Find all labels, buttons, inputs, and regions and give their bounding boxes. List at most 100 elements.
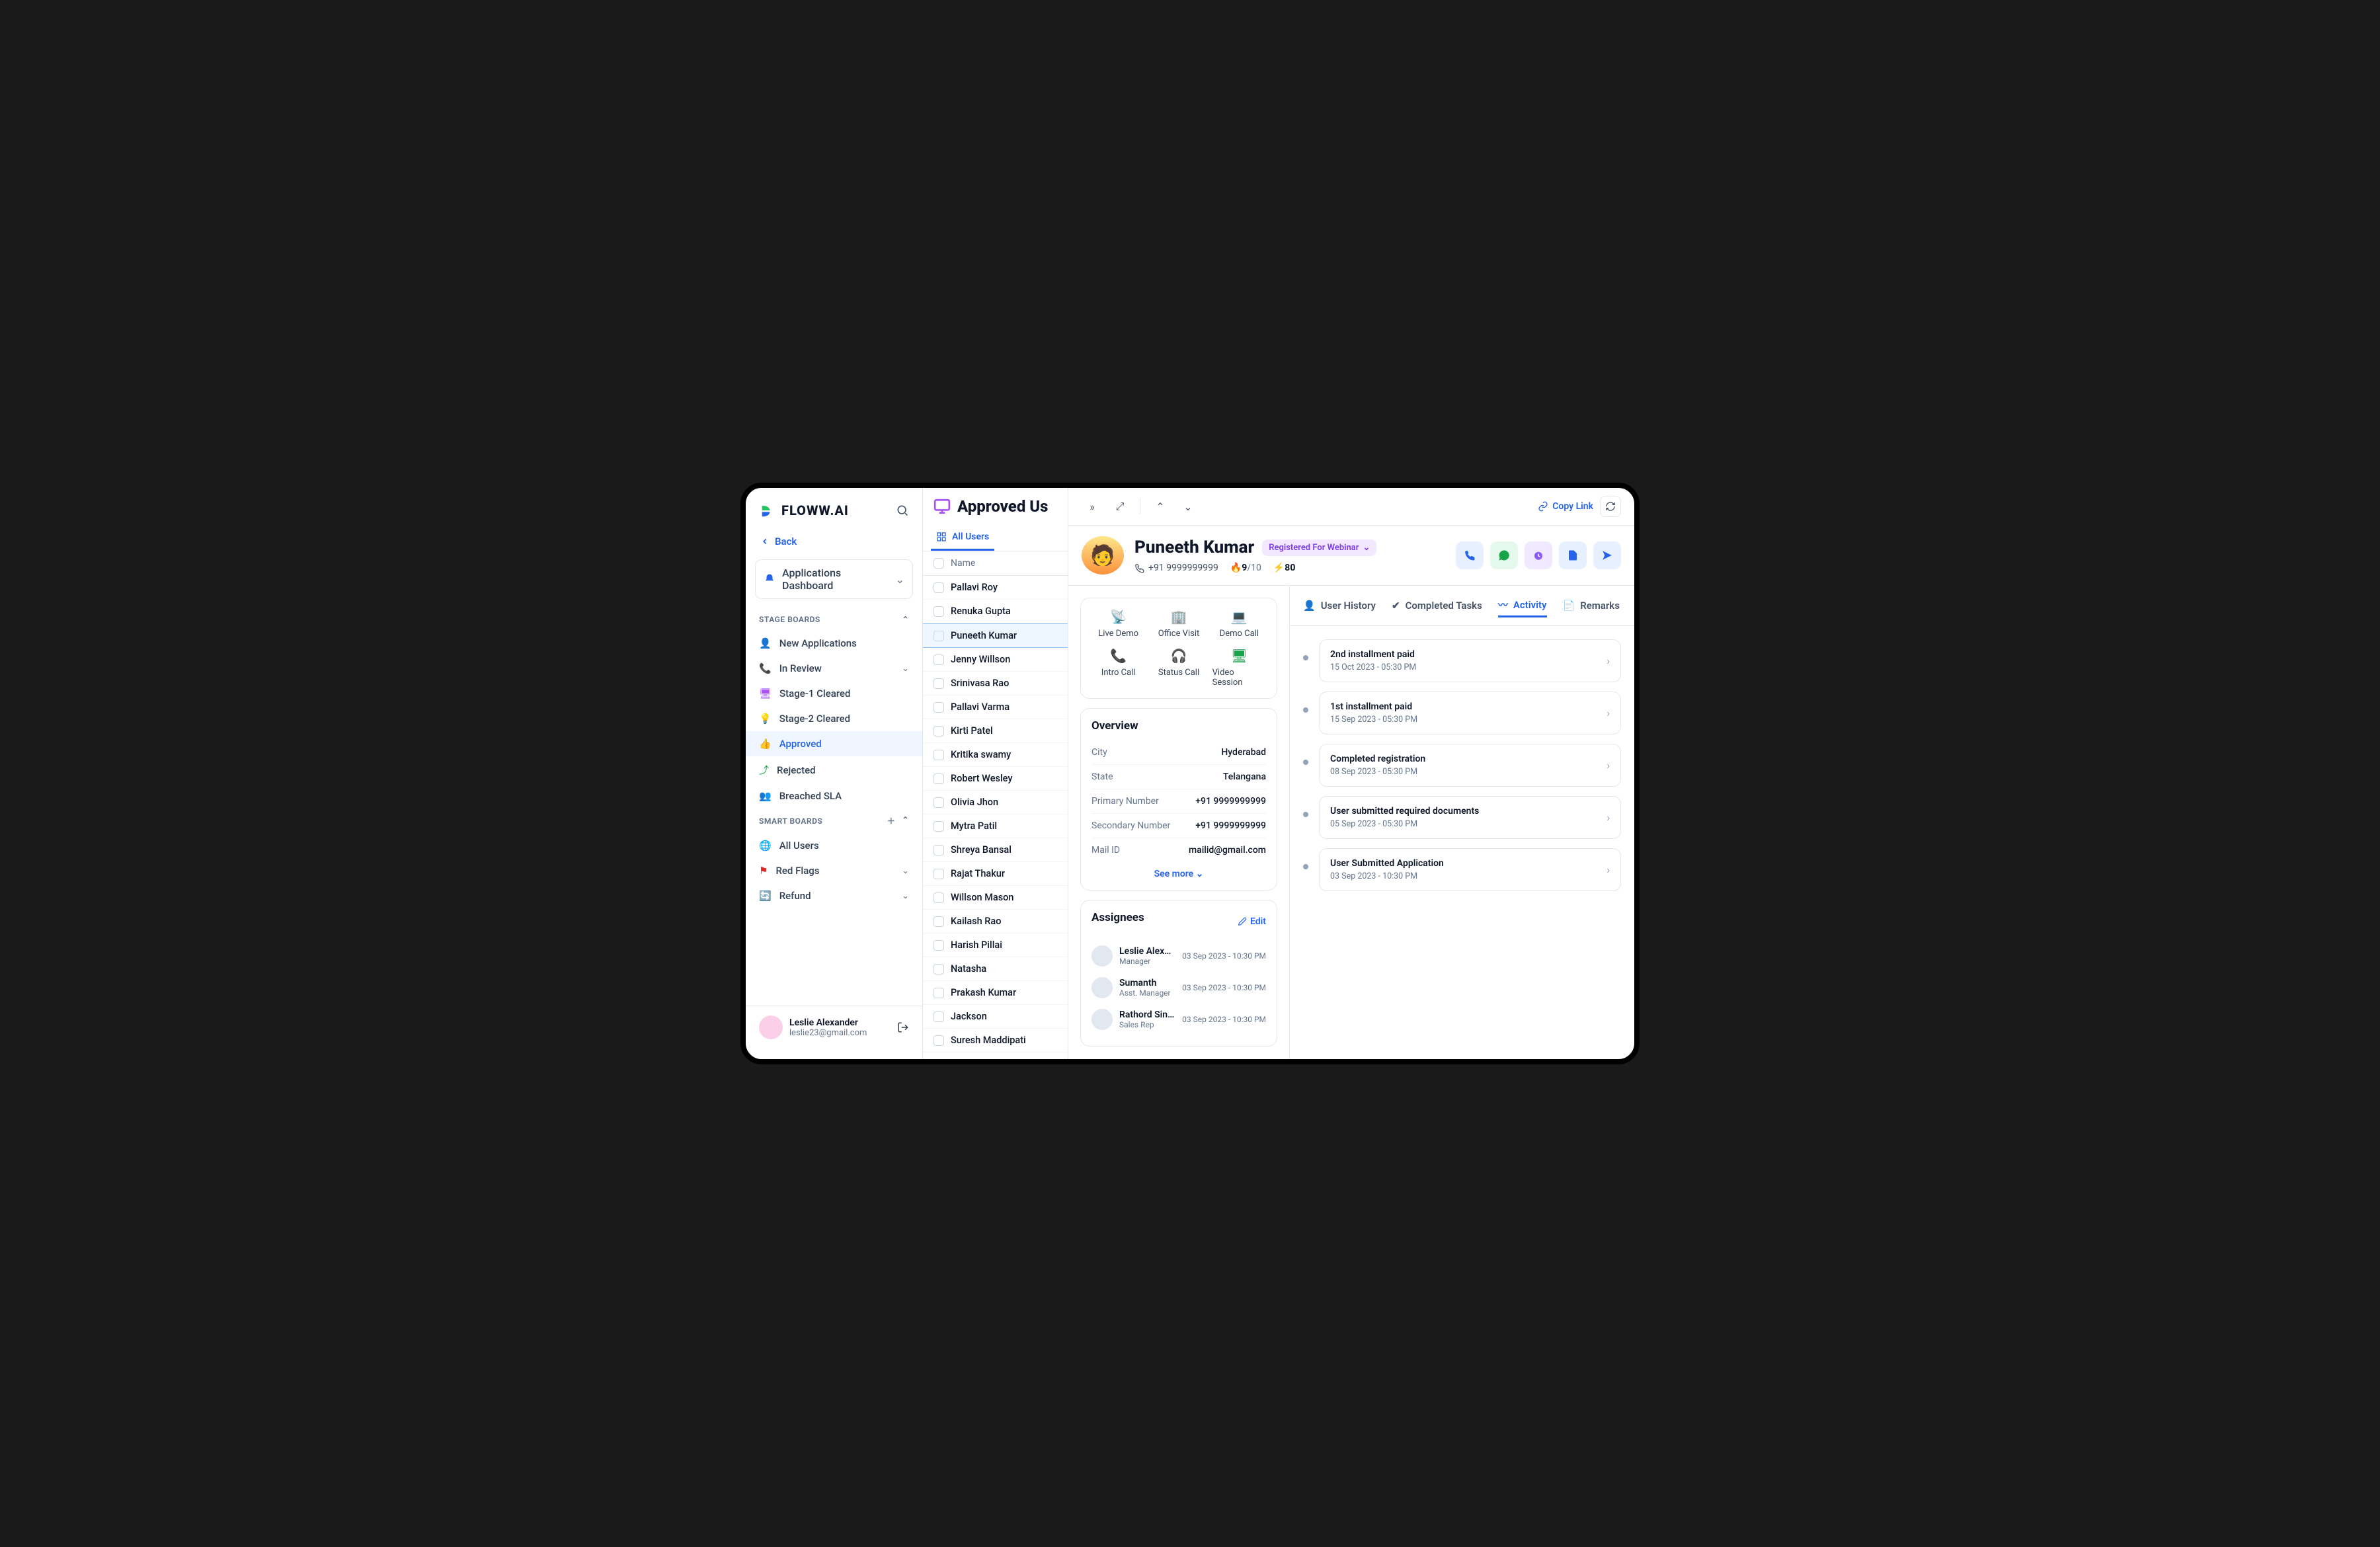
sidebar-item-new-applications[interactable]: 👤New Applications bbox=[746, 631, 922, 656]
user-name: Kritika swamy bbox=[951, 749, 1011, 760]
user-row[interactable]: Srinivasa Rao bbox=[923, 672, 1068, 695]
user-row[interactable]: Mytra Patil bbox=[923, 814, 1068, 838]
row-checkbox[interactable] bbox=[933, 702, 944, 713]
stage-boards-header[interactable]: STAGE BOARDS ⌃ bbox=[746, 608, 922, 631]
tab-all-users[interactable]: All Users bbox=[931, 525, 994, 551]
row-checkbox[interactable] bbox=[933, 821, 944, 832]
user-row[interactable]: Suresh Maddipati bbox=[923, 1029, 1068, 1052]
logo-row: FLOWW.AI bbox=[746, 498, 922, 528]
timeline-card[interactable]: 1st installment paid15 Sep 2023 - 05:30 … bbox=[1319, 692, 1621, 734]
user-row[interactable]: Olivia Jhon bbox=[923, 791, 1068, 814]
quick-action-office-visit[interactable]: 🏢Office Visit bbox=[1152, 609, 1205, 639]
user-row[interactable]: Prakash Kumar bbox=[923, 981, 1068, 1005]
row-checkbox[interactable] bbox=[933, 845, 944, 855]
timeline-dot bbox=[1303, 812, 1308, 817]
row-checkbox[interactable] bbox=[933, 631, 944, 641]
sidebar-item-stage-2-cleared[interactable]: 💡Stage-2 Cleared bbox=[746, 706, 922, 731]
user-row[interactable]: Jackson bbox=[923, 1005, 1068, 1029]
user-row[interactable]: Neha Singh bbox=[923, 1052, 1068, 1059]
timeline-card[interactable]: Completed registration08 Sep 2023 - 05:3… bbox=[1319, 744, 1621, 787]
sidebar-item-stage-1-cleared[interactable]: 🖥Stage-1 Cleared bbox=[746, 681, 922, 706]
sidebar-item-rejected[interactable]: ⤴Rejected bbox=[746, 756, 922, 783]
row-checkbox[interactable] bbox=[933, 940, 944, 951]
quick-action-status-call[interactable]: 🎧Status Call bbox=[1152, 648, 1205, 688]
select-all-checkbox[interactable] bbox=[933, 558, 944, 569]
edit-assignees-button[interactable]: Edit bbox=[1238, 916, 1266, 927]
timeline-card[interactable]: User submitted required documents05 Sep … bbox=[1319, 796, 1621, 839]
status-badge[interactable]: Registered For Webinar ⌄ bbox=[1262, 539, 1376, 556]
tab-completed-tasks[interactable]: ✔Completed Tasks bbox=[1392, 594, 1482, 617]
sidebar-item-refund[interactable]: 🔄Refund⌄ bbox=[746, 883, 922, 908]
user-name: Jackson bbox=[951, 1011, 987, 1022]
row-checkbox[interactable] bbox=[933, 582, 944, 593]
quick-action-live-demo[interactable]: 📡Live Demo bbox=[1091, 609, 1145, 639]
chevron-right-icon: › bbox=[1606, 811, 1610, 824]
back-link[interactable]: Back bbox=[746, 528, 922, 555]
quick-action-video-session[interactable]: 🖥Video Session bbox=[1212, 648, 1266, 688]
document-button[interactable] bbox=[1559, 541, 1587, 569]
user-row[interactable]: Renuka Gupta bbox=[923, 600, 1068, 623]
search-icon[interactable] bbox=[896, 504, 909, 517]
row-checkbox[interactable] bbox=[933, 964, 944, 974]
whatsapp-button[interactable] bbox=[1490, 541, 1518, 569]
copy-link-button[interactable]: Copy Link bbox=[1538, 501, 1593, 512]
row-checkbox[interactable] bbox=[933, 606, 944, 617]
user-row[interactable]: Kritika swamy bbox=[923, 743, 1068, 767]
sidebar-item-approved[interactable]: 👍Approved bbox=[746, 731, 922, 756]
user-row[interactable]: Robert Wesley bbox=[923, 767, 1068, 791]
row-checkbox[interactable] bbox=[933, 892, 944, 903]
collapse-icon[interactable]: » bbox=[1082, 496, 1103, 517]
user-row[interactable]: Jenny Willson bbox=[923, 648, 1068, 672]
user-row[interactable]: Rajat Thakur bbox=[923, 862, 1068, 886]
tab-remarks[interactable]: 📄Remarks bbox=[1563, 594, 1620, 617]
user-row[interactable]: Kirti Patel bbox=[923, 719, 1068, 743]
user-name: Kirti Patel bbox=[951, 725, 993, 736]
tab-activity[interactable]: 〰Activity bbox=[1498, 594, 1547, 617]
send-button[interactable] bbox=[1593, 541, 1621, 569]
user-row[interactable]: Pallavi Roy bbox=[923, 576, 1068, 600]
user-row[interactable]: Shreya Bansal bbox=[923, 838, 1068, 862]
timeline-card[interactable]: User Submitted Application03 Sep 2023 - … bbox=[1319, 848, 1621, 891]
dashboard-selector[interactable]: Applications Dashboard ⌄ bbox=[755, 559, 913, 599]
user-row[interactable]: Pallavi Varma bbox=[923, 695, 1068, 719]
user-row[interactable]: Willson Mason bbox=[923, 886, 1068, 910]
row-checkbox[interactable] bbox=[933, 1035, 944, 1046]
sidebar-item-breached-sla[interactable]: 👥Breached SLA bbox=[746, 783, 922, 809]
quick-action-demo-call[interactable]: 💻Demo Call bbox=[1212, 609, 1266, 639]
sidebar-item-in-review[interactable]: 📞In Review⌄ bbox=[746, 656, 922, 681]
row-checkbox[interactable] bbox=[933, 1012, 944, 1022]
reminder-button[interactable] bbox=[1525, 541, 1552, 569]
tab-label: Activity bbox=[1513, 599, 1547, 611]
row-checkbox[interactable] bbox=[933, 678, 944, 689]
row-checkbox[interactable] bbox=[933, 797, 944, 808]
quick-action-intro-call[interactable]: 📞Intro Call bbox=[1091, 648, 1145, 688]
row-checkbox[interactable] bbox=[933, 774, 944, 784]
plus-icon[interactable]: ＋ bbox=[887, 815, 896, 826]
see-more-button[interactable]: See more ⌄ bbox=[1091, 862, 1266, 879]
row-checkbox[interactable] bbox=[933, 869, 944, 879]
logout-icon[interactable] bbox=[897, 1021, 909, 1033]
user-row[interactable]: Harish Pillai bbox=[923, 933, 1068, 957]
call-button[interactable] bbox=[1456, 541, 1484, 569]
assignee-timestamp: 03 Sep 2023 - 10:30 PM bbox=[1182, 1015, 1266, 1024]
row-checkbox[interactable] bbox=[933, 654, 944, 665]
user-row[interactable]: Natasha bbox=[923, 957, 1068, 981]
sidebar-item-all-users[interactable]: 🌐All Users bbox=[746, 833, 922, 858]
user-row[interactable]: Kailash Rao bbox=[923, 910, 1068, 933]
refresh-icon[interactable] bbox=[1600, 496, 1621, 517]
row-checkbox[interactable] bbox=[933, 988, 944, 998]
row-checkbox[interactable] bbox=[933, 916, 944, 927]
timeline-item: User submitted required documents05 Sep … bbox=[1303, 796, 1621, 839]
user-row[interactable]: Puneeth Kumar bbox=[923, 623, 1068, 648]
prev-icon[interactable]: ⌃ bbox=[1150, 496, 1171, 517]
row-checkbox[interactable] bbox=[933, 750, 944, 760]
row-checkbox[interactable] bbox=[933, 1059, 944, 1060]
timeline-card[interactable]: 2nd installment paid15 Oct 2023 - 05:30 … bbox=[1319, 639, 1621, 682]
pencil-icon bbox=[1238, 917, 1247, 926]
next-icon[interactable]: ⌄ bbox=[1177, 496, 1199, 517]
row-checkbox[interactable] bbox=[933, 726, 944, 736]
sidebar-item-red-flags[interactable]: ⚑Red Flags⌄ bbox=[746, 858, 922, 883]
tab-user-history[interactable]: 👤User History bbox=[1303, 594, 1376, 617]
expand-icon[interactable]: ⤢ bbox=[1109, 496, 1130, 517]
smart-boards-header[interactable]: SMART BOARDS ＋ ⌃ bbox=[746, 809, 922, 833]
